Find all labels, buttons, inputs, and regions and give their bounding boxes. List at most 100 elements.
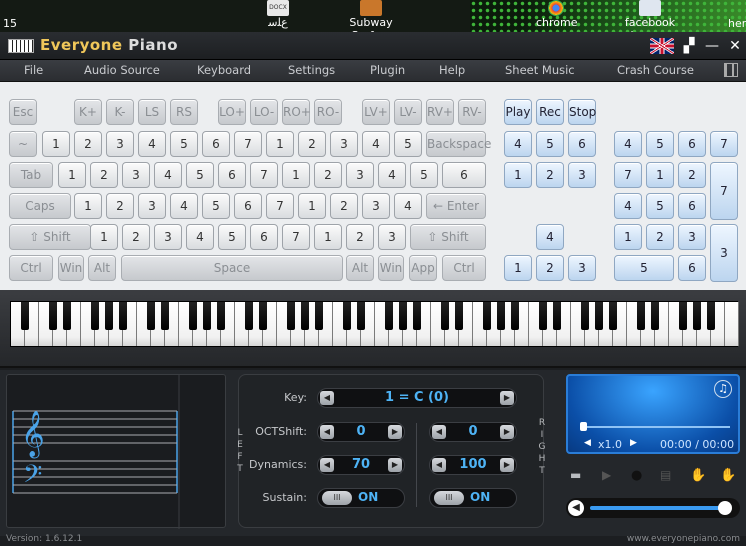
note-key[interactable]: 3 [154,224,182,250]
language-flag-icon[interactable] [650,38,674,54]
note-key[interactable]: 2 [106,193,134,219]
note-key[interactable]: 3 [122,162,150,188]
rec-button[interactable]: Rec [536,99,564,125]
decrement-arrow-icon[interactable]: ◀ [320,458,334,472]
black-key[interactable] [90,302,100,330]
black-key[interactable] [692,302,702,330]
black-key[interactable] [62,302,72,330]
black-key[interactable] [188,302,198,330]
numpad-note-key[interactable]: 7 [710,131,738,157]
right-hand-icon[interactable]: ✋ [720,468,736,483]
note-key[interactable]: 5 [410,162,438,188]
backspace-key[interactable]: Backspace [426,131,491,157]
note-key[interactable]: 4 [378,162,406,188]
open-folder-icon[interactable]: ▬ [570,468,581,482]
toggle-handle[interactable]: III [434,491,464,505]
speed-up-icon[interactable]: ▶ [630,438,637,448]
numpad-note-key[interactable]: 2 [678,162,706,188]
desktop-item[interactable]: her [728,17,746,30]
note-key[interactable]: 6 [250,224,278,250]
close-button[interactable]: ✕ [724,37,746,55]
k-plus-button[interactable]: K+ [74,99,102,125]
black-key[interactable] [594,302,604,330]
lo-minus-button[interactable]: LO- [250,99,278,125]
note-key[interactable]: 1 [90,224,118,250]
note-key[interactable]: 1 [298,193,326,219]
black-key[interactable] [398,302,408,330]
note-key[interactable]: 5 [218,224,246,250]
record-icon[interactable]: ● [631,468,642,483]
numpad-note-key[interactable]: 5 [646,131,674,157]
note-key[interactable]: 3 [362,193,390,219]
nav-note-key[interactable]: 1 [504,162,532,188]
note-key[interactable]: 1 [266,131,294,157]
note-key[interactable]: 3 [106,131,134,157]
black-key[interactable] [286,302,296,330]
desktop-item[interactable]: DOCX ﻉﻠﺳ [258,0,298,29]
rv-minus-button[interactable]: RV- [458,99,486,125]
black-key[interactable] [678,302,688,330]
sustain-left-toggle[interactable]: III ON [317,488,405,508]
nav-note-key[interactable]: 4 [536,224,564,250]
note-key[interactable]: 1 [42,131,70,157]
decrement-arrow-icon[interactable]: ◀ [432,425,446,439]
note-key[interactable]: 2 [74,131,102,157]
nav-note-key[interactable]: 3 [568,162,596,188]
menu-settings[interactable]: Settings [288,63,335,77]
note-key[interactable]: 2 [330,193,358,219]
lv-minus-button[interactable]: LV- [394,99,422,125]
note-key[interactable]: 5 [202,193,230,219]
desktop-item[interactable]: 15 [0,17,20,30]
numpad-note-key[interactable]: 7 [710,162,738,220]
black-key[interactable] [216,302,226,330]
note-key[interactable]: 6 [442,162,486,188]
black-key[interactable] [160,302,170,330]
progress-knob[interactable] [580,422,587,431]
note-key[interactable]: 2 [90,162,118,188]
black-key[interactable] [538,302,548,330]
black-key[interactable] [20,302,30,330]
left-shift-key[interactable]: ⇧ Shift [9,224,91,250]
right-alt-key[interactable]: Alt [346,255,374,281]
skin-icon[interactable]: ▞ [678,37,700,55]
esc-key[interactable]: Esc [9,99,37,125]
black-key[interactable] [384,302,394,330]
menu-keyboard[interactable]: Keyboard [197,63,251,77]
black-key[interactable] [202,302,212,330]
note-key[interactable]: 4 [186,224,214,250]
menu-audio-source[interactable]: Audio Source [84,63,160,77]
note-key[interactable]: 6 [202,131,230,157]
black-key[interactable] [314,302,324,330]
numpad-note-key[interactable]: 5 [646,193,674,219]
decrement-arrow-icon[interactable]: ◀ [320,425,334,439]
note-key[interactable]: 3 [378,224,406,250]
music-note-icon[interactable]: ♫ [714,380,732,398]
black-key[interactable] [580,302,590,330]
right-win-key[interactable]: Win [378,255,404,281]
note-key[interactable]: 4 [138,131,166,157]
right-ctrl-key[interactable]: Ctrl [442,255,486,281]
numpad-note-key[interactable]: 1 [646,162,674,188]
black-key[interactable] [244,302,254,330]
numpad-note-key[interactable]: 7 [614,162,642,188]
key-prev-arrow-icon[interactable]: ◀ [320,391,334,405]
website-link[interactable]: www.everyonepiano.com [627,534,740,544]
nav-note-key[interactable]: 5 [536,131,564,157]
note-key[interactable]: 1 [282,162,310,188]
rv-plus-button[interactable]: RV+ [426,99,454,125]
key-selector[interactable]: ◀ 1 = C (0) ▶ [317,388,517,408]
desktop-item[interactable]: chrome [536,0,578,29]
progress-track[interactable] [580,426,730,428]
tab-key[interactable]: Tab [9,162,53,188]
volume-track[interactable] [590,506,730,510]
numpad-note-key[interactable]: 3 [710,224,738,282]
octshift-right-stepper[interactable]: ◀ 0 ▶ [429,422,517,442]
key-next-arrow-icon[interactable]: ▶ [500,391,514,405]
left-alt-key[interactable]: Alt [88,255,116,281]
play-button[interactable]: Play [504,99,532,125]
note-key[interactable]: 4 [362,131,390,157]
sustain-right-toggle[interactable]: III ON [429,488,517,508]
note-key[interactable]: 2 [298,131,326,157]
numpad-note-key[interactable]: 5 [614,255,674,281]
lv-plus-button[interactable]: LV+ [362,99,390,125]
